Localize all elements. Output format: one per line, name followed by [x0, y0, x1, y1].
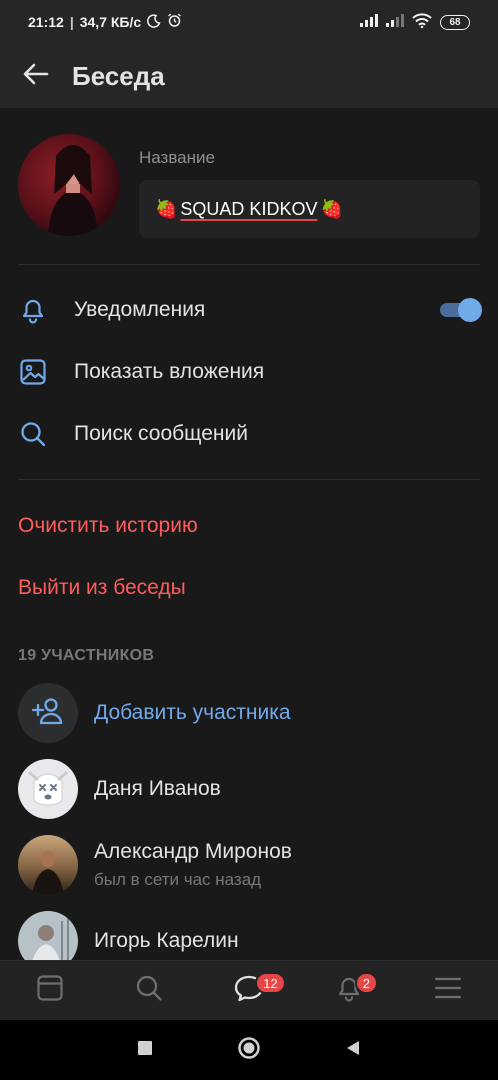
- member-row[interactable]: Александр Миронов был в сети час назад: [0, 827, 498, 903]
- add-user-icon: [31, 696, 65, 731]
- attachments-label: Показать вложения: [74, 360, 265, 383]
- name-label: Название: [139, 148, 215, 167]
- name-block: Название 🍓 SQUAD KIDKOV 🍓: [139, 134, 480, 238]
- back-nav-button[interactable]: [301, 1020, 405, 1080]
- notifications-toggle[interactable]: [440, 298, 482, 322]
- back-button[interactable]: [0, 44, 72, 108]
- status-right: 68: [360, 13, 470, 31]
- add-member-avatar: [18, 683, 78, 743]
- search-icon: [134, 973, 164, 1008]
- tab-bar: 12 2: [0, 960, 498, 1020]
- app-bar: Беседа: [0, 44, 498, 108]
- signal-icon-2: [386, 14, 404, 30]
- status-time: 21:12: [28, 14, 64, 30]
- system-nav-bar: [0, 1020, 498, 1080]
- member-status: был в сети час назад: [94, 870, 262, 889]
- square-icon: [137, 1040, 153, 1061]
- chat-header: Название 🍓 SQUAD KIDKOV 🍓: [0, 108, 498, 264]
- status-left: 21:12 | 34,7 КБ/с: [28, 13, 182, 31]
- member-name: Александр Миронов: [94, 840, 292, 863]
- status-bar: 21:12 | 34,7 КБ/с 68: [0, 0, 498, 44]
- search-icon: [18, 419, 54, 449]
- tab-news[interactable]: [0, 961, 100, 1020]
- chat-name-field[interactable]: 🍓 SQUAD KIDKOV 🍓: [139, 180, 480, 238]
- home-button[interactable]: [197, 1020, 301, 1080]
- strawberry-emoji: 🍓: [155, 198, 178, 219]
- toggle-knob: [458, 298, 482, 322]
- image-icon: [18, 357, 54, 387]
- member-info: Даня Иванов: [94, 777, 480, 801]
- signal-icon: [360, 14, 378, 30]
- moon-icon: [147, 13, 161, 31]
- search-messages-label: Поиск сообщений: [74, 422, 248, 445]
- recents-button[interactable]: [93, 1020, 197, 1080]
- avatar: [18, 759, 78, 819]
- status-speed: 34,7 КБ/с: [79, 14, 142, 30]
- notifications-row[interactable]: Уведомления: [0, 279, 498, 341]
- member-name: Игорь Карелин: [94, 929, 239, 952]
- page-title: Беседа: [72, 60, 165, 91]
- member-row[interactable]: Даня Иванов: [0, 751, 498, 827]
- battery-icon: 68: [440, 14, 470, 30]
- add-member-row[interactable]: Добавить участника: [0, 675, 498, 751]
- member-row[interactable]: Игорь Карелин: [0, 903, 498, 960]
- tab-search[interactable]: [100, 961, 200, 1020]
- add-member-label: Добавить участника: [94, 701, 291, 724]
- messages-badge: 12: [255, 972, 286, 994]
- menu-icon: [434, 976, 462, 1005]
- notifications-label: Уведомления: [74, 298, 206, 321]
- triangle-back-icon: [344, 1039, 362, 1062]
- tab-menu[interactable]: [398, 961, 498, 1020]
- leave-chat-button[interactable]: Выйти из беседы: [0, 557, 498, 619]
- chat-avatar[interactable]: [18, 134, 120, 236]
- attachments-row[interactable]: Показать вложения: [0, 341, 498, 403]
- arrow-back-icon: [23, 63, 49, 90]
- chat-settings-content: Название 🍓 SQUAD KIDKOV 🍓 Уведомления По…: [0, 108, 498, 960]
- tab-messages[interactable]: 12: [199, 961, 299, 1020]
- search-messages-row[interactable]: Поиск сообщений: [0, 403, 498, 465]
- add-member-info: Добавить участника: [94, 701, 480, 725]
- notifications-badge: 2: [354, 972, 379, 994]
- tab-notifications[interactable]: 2: [299, 961, 399, 1020]
- wifi-icon: [412, 13, 432, 31]
- members-header: 19 УЧАСТНИКОВ: [18, 647, 155, 664]
- strawberry-emoji-2: 🍓: [320, 198, 343, 219]
- alarm-icon: [167, 13, 182, 31]
- avatar: [18, 911, 78, 960]
- avatar: [18, 835, 78, 895]
- circle-icon: [237, 1036, 261, 1065]
- chat-name-value: SQUAD KIDKOV: [180, 198, 318, 219]
- news-icon: [35, 973, 65, 1008]
- status-separator: |: [69, 14, 74, 30]
- clear-history-button[interactable]: Очистить историю: [0, 495, 498, 557]
- member-name: Даня Иванов: [94, 777, 221, 800]
- bell-icon: [18, 295, 54, 325]
- member-info: Игорь Карелин: [94, 929, 480, 953]
- member-info: Александр Миронов был в сети час назад: [94, 840, 480, 890]
